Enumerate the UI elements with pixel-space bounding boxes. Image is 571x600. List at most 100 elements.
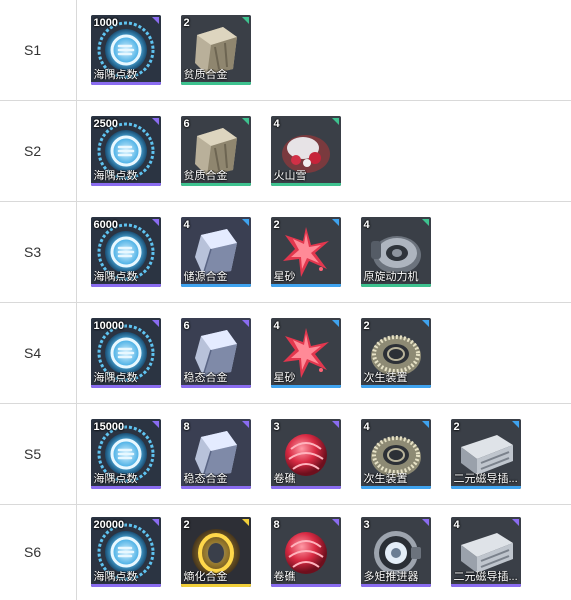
rarity-corner-icon xyxy=(511,519,519,527)
rarity-bar xyxy=(360,485,431,489)
rarity-bar xyxy=(180,485,251,489)
reward-item[interactable]: 4 二元磁导插... xyxy=(450,517,521,588)
stage-rewards: 6000 海隅点数 4 储源合金 2 星砂 4 原旋动力机 xyxy=(76,201,571,303)
rarity-bar xyxy=(270,485,341,489)
item-name: 多矩推进器 xyxy=(363,571,419,584)
rarity-corner-icon xyxy=(241,218,249,226)
reward-item[interactable]: 2500 海隅点数 xyxy=(90,115,161,186)
rarity-corner-icon xyxy=(151,117,159,125)
reward-item[interactable]: 8 稳态合金 xyxy=(180,418,251,489)
item-quantity: 15000 xyxy=(93,420,125,433)
stage-label: S6 xyxy=(0,504,77,600)
reward-item[interactable]: 6 稳态合金 xyxy=(180,317,251,388)
item-quantity: 2 xyxy=(273,218,280,231)
rarity-corner-icon xyxy=(241,319,249,327)
reward-item[interactable]: 8 卷礁 xyxy=(270,517,341,588)
rarity-bar xyxy=(90,182,161,186)
reward-list: 10000 海隅点数 6 稳态合金 4 星砂 2 次生装置 xyxy=(90,317,571,388)
rarity-bar xyxy=(90,584,161,588)
rarity-bar xyxy=(270,283,341,287)
reward-item[interactable]: 2 熵化合金 xyxy=(180,517,251,588)
stage-row: S1 1000 海隅点数 2 贫质合金 xyxy=(0,0,571,101)
rarity-corner-icon xyxy=(421,319,429,327)
item-name: 熵化合金 xyxy=(183,571,228,584)
rarity-bar xyxy=(90,485,161,489)
reward-item[interactable]: 6 贫质合金 xyxy=(180,115,251,186)
rarity-corner-icon xyxy=(331,218,339,226)
stage-row: S3 6000 海隅点数 4 储源合金 2 星砂 4 原旋动力机 xyxy=(0,201,571,303)
reward-list: 1000 海隅点数 2 贫质合金 xyxy=(90,14,571,85)
reward-list: 2500 海隅点数 6 贫质合金 4 火山雪 xyxy=(90,115,571,186)
item-name: 稳态合金 xyxy=(183,472,228,485)
item-name: 火山雪 xyxy=(273,169,307,182)
reward-item[interactable]: 20000 海隅点数 xyxy=(90,517,161,588)
stage-row: S4 10000 海隅点数 6 稳态合金 4 星砂 2 次生装置 xyxy=(0,302,571,404)
reward-item[interactable]: 6000 海隅点数 xyxy=(90,216,161,287)
reward-item[interactable]: 2 贫质合金 xyxy=(180,14,251,85)
rarity-corner-icon xyxy=(331,117,339,125)
item-name: 次生装置 xyxy=(363,371,408,384)
rarity-bar xyxy=(270,182,341,186)
item-name: 稳态合金 xyxy=(183,371,228,384)
item-quantity: 4 xyxy=(363,420,370,433)
rarity-corner-icon xyxy=(151,319,159,327)
item-name: 海隅点数 xyxy=(93,571,138,584)
rarity-bar xyxy=(180,81,251,85)
rarity-corner-icon xyxy=(241,16,249,24)
stage-rewards: 15000 海隅点数 8 稳态合金 3 卷礁 4 次生装置 2 二元磁导插... xyxy=(76,403,571,505)
reward-item[interactable]: 4 火山雪 xyxy=(270,115,341,186)
item-name: 海隅点数 xyxy=(93,270,138,283)
item-quantity: 4 xyxy=(453,519,460,532)
rarity-corner-icon xyxy=(241,117,249,125)
rarity-bar xyxy=(270,384,341,388)
item-quantity: 8 xyxy=(183,420,190,433)
item-quantity: 2 xyxy=(363,319,370,332)
rarity-corner-icon xyxy=(421,218,429,226)
rarity-bar xyxy=(360,584,431,588)
rarity-bar xyxy=(90,384,161,388)
rarity-bar xyxy=(180,283,251,287)
rarity-bar xyxy=(360,283,431,287)
reward-item[interactable]: 2 二元磁导插... xyxy=(450,418,521,489)
stage-rewards: 10000 海隅点数 6 稳态合金 4 星砂 2 次生装置 xyxy=(76,302,571,404)
item-quantity: 3 xyxy=(363,519,370,532)
reward-item[interactable]: 2 次生装置 xyxy=(360,317,431,388)
rarity-bar xyxy=(270,584,341,588)
item-name: 海隅点数 xyxy=(93,472,138,485)
item-quantity: 4 xyxy=(273,319,280,332)
item-name: 卷礁 xyxy=(273,571,296,584)
item-name: 星砂 xyxy=(273,371,296,384)
stage-label: S4 xyxy=(0,302,77,404)
reward-item[interactable]: 4 原旋动力机 xyxy=(360,216,431,287)
item-quantity: 2 xyxy=(453,420,460,433)
item-name: 贫质合金 xyxy=(183,68,228,81)
stage-rewards: 20000 海隅点数 2 熵化合金 8 卷礁 3 多矩推进器 4 二元磁导插... xyxy=(76,504,571,600)
item-quantity: 6 xyxy=(183,319,190,332)
item-name: 二元磁导插... xyxy=(453,571,518,584)
item-quantity: 4 xyxy=(273,117,280,130)
reward-item[interactable]: 15000 海隅点数 xyxy=(90,418,161,489)
item-quantity: 4 xyxy=(183,218,190,231)
stage-row: S2 2500 海隅点数 6 贫质合金 4 火山雪 xyxy=(0,100,571,202)
reward-item[interactable]: 3 多矩推进器 xyxy=(360,517,431,588)
item-quantity: 10000 xyxy=(93,319,125,332)
stage-reward-table: S1 1000 海隅点数 2 贫质合金 S2 2500 海隅点数 6 贫质合金 4 火山雪 S… xyxy=(0,0,571,600)
rarity-corner-icon xyxy=(421,420,429,428)
item-name: 海隅点数 xyxy=(93,169,138,182)
stage-label: S3 xyxy=(0,201,77,303)
reward-item[interactable]: 10000 海隅点数 xyxy=(90,317,161,388)
reward-item[interactable]: 2 星砂 xyxy=(270,216,341,287)
reward-item[interactable]: 3 卷礁 xyxy=(270,418,341,489)
reward-item[interactable]: 4 星砂 xyxy=(270,317,341,388)
reward-item[interactable]: 4 次生装置 xyxy=(360,418,431,489)
rarity-corner-icon xyxy=(331,519,339,527)
item-quantity: 4 xyxy=(363,218,370,231)
rarity-corner-icon xyxy=(331,319,339,327)
reward-item[interactable]: 1000 海隅点数 xyxy=(90,14,161,85)
item-quantity: 8 xyxy=(273,519,280,532)
item-quantity: 6 xyxy=(183,117,190,130)
rarity-corner-icon xyxy=(151,16,159,24)
reward-item[interactable]: 4 储源合金 xyxy=(180,216,251,287)
item-quantity: 3 xyxy=(273,420,280,433)
rarity-bar xyxy=(450,485,521,489)
